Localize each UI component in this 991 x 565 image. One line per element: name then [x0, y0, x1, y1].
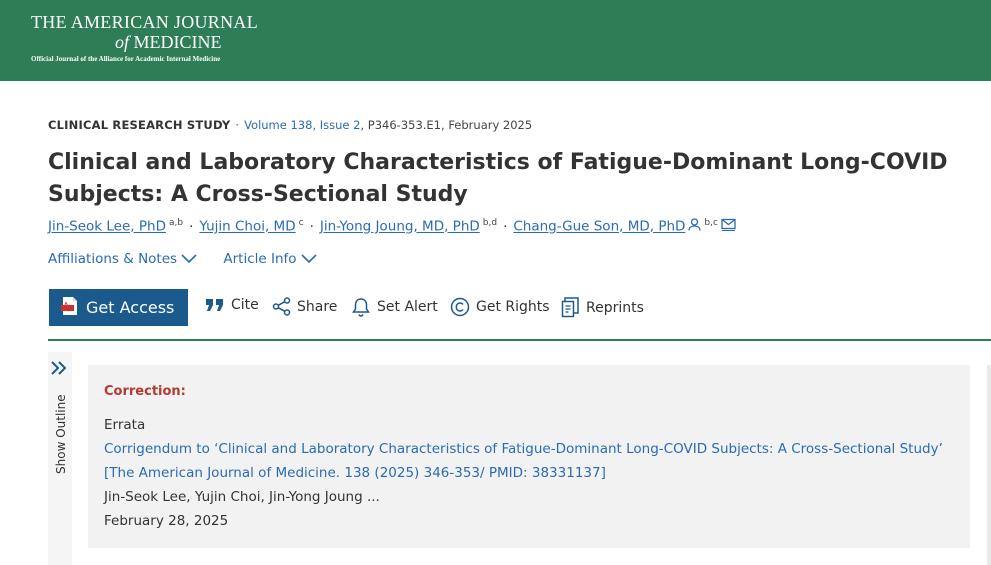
author-separator: ·: [309, 218, 314, 235]
author-separator: ·: [503, 218, 508, 235]
get-rights-label: Get Rights: [476, 299, 550, 315]
quote-icon: [206, 299, 223, 311]
set-alert-button[interactable]: Set Alert: [351, 297, 438, 317]
volume-link[interactable]: Volume 138, Issue 2: [244, 118, 360, 132]
affiliations-label: Affiliations & Notes: [48, 251, 178, 267]
get-rights-button[interactable]: Get Rights: [450, 297, 550, 317]
cite-button[interactable]: Cite: [205, 297, 259, 313]
affiliations-toggle[interactable]: Affiliations & Notes: [48, 251, 197, 267]
share-button[interactable]: Share: [272, 297, 337, 316]
chevron-down-icon: [181, 254, 197, 264]
article-info-toggle[interactable]: Article Info: [223, 251, 317, 267]
author-link[interactable]: Jin-Seok Lee, PhD: [48, 219, 166, 235]
article-links: Affiliations & Notes Article Info: [48, 251, 339, 267]
article-title: Clinical and Laboratory Characteristics …: [48, 150, 948, 207]
article-type: CLINICAL RESEARCH STUDY: [48, 118, 231, 132]
journal-logo[interactable]: THE AMERICAN JOURNAL of MEDICINE Officia…: [31, 12, 258, 63]
author-separator: ·: [189, 218, 194, 235]
author-link[interactable]: Jin-Yong Joung, MD, PhD: [320, 219, 480, 235]
share-label: Share: [297, 298, 338, 315]
author-link[interactable]: Yujin Choi, MD: [199, 219, 295, 235]
author-affiliation: b,c: [704, 218, 718, 228]
outline-sidebar[interactable]: Show Outline: [48, 352, 72, 565]
document-icon: [561, 297, 579, 318]
meta-separator: ·: [235, 118, 240, 132]
pdf-icon: [61, 296, 79, 320]
get-access-button[interactable]: Get Access: [49, 289, 188, 326]
cite-label: Cite: [231, 297, 259, 313]
article-meta: CLINICAL RESEARCH STUDY · Volume 138, Issu…: [48, 118, 532, 132]
author-affiliation: c: [298, 218, 304, 228]
author-affiliation: a,b: [168, 218, 184, 228]
author-affiliation: b,d: [482, 218, 498, 228]
corrigendum-link[interactable]: Corrigendum to ‘Clinical and Laboratory …: [104, 437, 954, 461]
person-icon: [688, 218, 702, 235]
right-panel-edge: [987, 365, 991, 565]
copyright-icon: [450, 297, 470, 317]
get-access-label: Get Access: [86, 298, 175, 317]
author-list: Jin-Seok Lee, PhD a,b · Yujin Choi, MD c · Jin…: [48, 218, 736, 235]
correction-label: Errata: [104, 417, 146, 433]
article-info-label: Article Info: [223, 251, 297, 267]
author-link[interactable]: Chang-Gue Son, MD, PhD: [513, 219, 685, 235]
chevron-down-icon: [300, 254, 317, 264]
logo-of: of: [115, 32, 130, 52]
share-icon: [272, 297, 291, 316]
reprints-label: Reprints: [586, 299, 644, 316]
article-toolbar: Get Access Cite Share Set Alert Get Righ…: [48, 289, 991, 341]
correction-date: February 28, 2025: [104, 513, 229, 529]
pages-date: , P346-353.E1, February 2025: [360, 118, 533, 132]
journal-header: THE AMERICAN JOURNAL of MEDICINE Officia…: [0, 0, 991, 81]
double-chevron-right-icon[interactable]: [50, 360, 68, 376]
correction-heading: Correction:: [104, 384, 186, 399]
set-alert-label: Set Alert: [377, 299, 438, 315]
email-icon[interactable]: [721, 218, 736, 235]
bell-icon: [352, 298, 370, 317]
corrigendum-citation[interactable]: [The American Journal of Medicine. 138 (…: [104, 461, 954, 485]
reprints-button[interactable]: Reprints: [561, 297, 644, 318]
logo-line1: THE AMERICAN JOURNAL: [31, 12, 259, 32]
correction-authors: Jin-Seok Lee, Yujin Choi, Jin-Yong Joung…: [104, 489, 380, 505]
logo-tagline: Official Journal of the Alliance for Aca…: [31, 55, 221, 63]
correction-notice: Correction: Errata Corrigendum to ‘Clini…: [88, 365, 970, 548]
logo-line2: MEDICINE: [133, 32, 222, 52]
show-outline-label[interactable]: Show Outline: [54, 384, 68, 474]
